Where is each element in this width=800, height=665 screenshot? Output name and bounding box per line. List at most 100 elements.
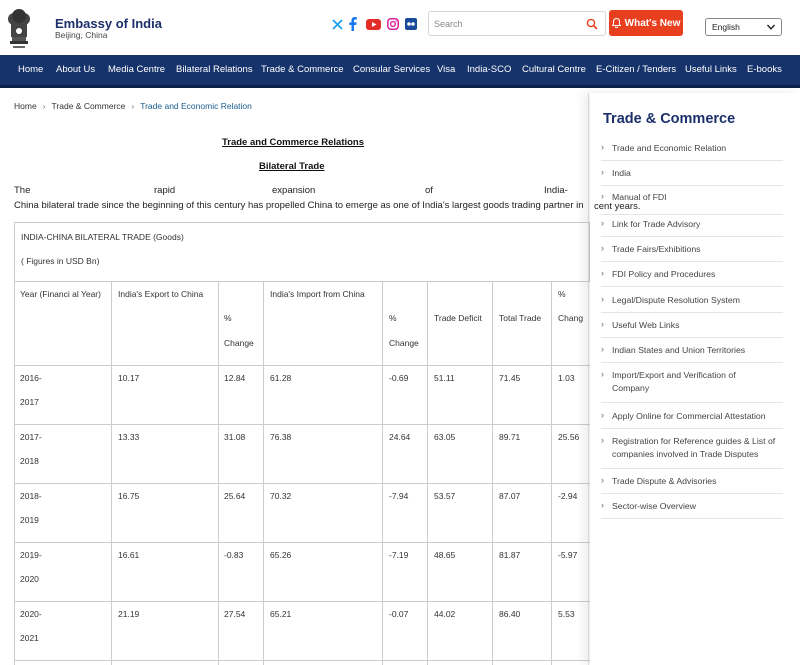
nav-media-centre[interactable]: Media Centre	[108, 55, 165, 85]
table-cell-year: 2021	[20, 633, 39, 643]
chevron-right-icon: ›	[601, 142, 604, 152]
bell-icon	[611, 18, 621, 28]
breadcrumb-home[interactable]: Home	[14, 101, 37, 111]
sidebar-item-label: Trade Fairs/Exhibitions	[612, 244, 701, 254]
site-title[interactable]: Embassy of India	[55, 16, 162, 31]
paragraph-text: China bilateral trade since the beginnin…	[14, 200, 584, 211]
chevron-right-icon: ›	[601, 319, 604, 329]
table-cell-pct-change: -0.83	[224, 550, 244, 560]
table-cell-total: 81.87	[499, 550, 521, 560]
chevron-right-icon: ›	[601, 500, 604, 510]
nav-bilateral-relations[interactable]: Bilateral Relations	[176, 55, 253, 85]
sidebar-item-apply-online[interactable]: › Apply Online for Commercial Attestatio…	[601, 407, 783, 429]
sidebar-item-manual-of-fdi[interactable]: › Manual of FDI cent years.	[594, 189, 783, 215]
sidebar-item-fdi-policy[interactable]: › FDI Policy and Procedures	[601, 265, 783, 287]
table-divider	[492, 281, 493, 665]
sidebar-item-legal-dispute[interactable]: › Legal/Dispute Resolution System	[601, 291, 783, 313]
trade-table: INDIA-CHINA BILATERAL TRADE (Goods) ( Fi…	[14, 222, 590, 665]
table-cell-pct-change: 24.64	[389, 432, 411, 442]
chevron-right-icon: ›	[601, 191, 604, 201]
instagram-icon[interactable]	[386, 16, 399, 32]
site-header: Embassy of India Beijing, China What's N…	[0, 0, 800, 54]
x-icon[interactable]	[331, 16, 343, 32]
nav-e-citizen-tenders[interactable]: E-Citizen / Tenders	[596, 55, 676, 85]
nav-home[interactable]: Home	[18, 55, 43, 85]
header-import: India's Import from China	[270, 289, 365, 299]
table-cell-import: 70.32	[270, 491, 292, 501]
flickr-icon[interactable]	[404, 16, 417, 32]
table-divider	[263, 281, 264, 665]
sidebar-item-trade-economic-relation[interactable]: › Trade and Economic Relation	[601, 139, 783, 161]
sidebar-item-registration[interactable]: › Registration for Reference guides & Li…	[601, 432, 783, 469]
sidebar-item-indian-states[interactable]: › Indian States and Union Territories	[601, 341, 783, 363]
header-pct-change-2-label: Change	[389, 338, 419, 348]
search-input[interactable]	[434, 16, 579, 32]
table-cell-total: 86.40	[499, 609, 521, 619]
facebook-icon[interactable]	[348, 16, 358, 32]
table-cell-year: 2019-	[20, 550, 42, 560]
section-heading: Bilateral Trade	[259, 161, 325, 172]
table-divider	[427, 281, 428, 665]
table-cell-pct-change: 31.08	[224, 432, 246, 442]
chevron-down-icon	[766, 24, 776, 30]
table-cell-export: 16.75	[118, 491, 140, 501]
table-cell-import: 61.28	[270, 373, 292, 383]
sidebar-item-useful-web-links[interactable]: › Useful Web Links	[601, 316, 783, 338]
table-cell-import: 65.21	[270, 609, 292, 619]
breadcrumb-separator-icon: ›	[131, 101, 135, 111]
table-cell-year: 2018	[20, 456, 39, 466]
breadcrumb-trade-commerce[interactable]: Trade & Commerce	[52, 101, 126, 111]
sidebar-item-trade-fairs[interactable]: › Trade Fairs/Exhibitions	[601, 240, 783, 262]
table-cell-pct-change: 12.84	[224, 373, 246, 383]
sidebar-item-link-trade-advisory[interactable]: › Link for Trade Advisory	[601, 215, 783, 237]
table-divider	[14, 222, 15, 665]
nav-useful-links[interactable]: Useful Links	[685, 55, 737, 85]
table-cell-export: 21.19	[118, 609, 140, 619]
whats-new-button[interactable]: What's New	[609, 10, 683, 36]
table-caption: INDIA-CHINA BILATERAL TRADE (Goods) ( Fi…	[14, 222, 590, 281]
youtube-icon[interactable]	[365, 16, 381, 32]
table-cell-total: 89.71	[499, 432, 521, 442]
header-total-trade: Total Trade	[499, 313, 542, 323]
search-box[interactable]	[428, 11, 606, 36]
nav-e-books[interactable]: E-books	[747, 55, 782, 85]
table-cell-export: 13.33	[118, 432, 140, 442]
sidebar-item-india[interactable]: › India	[601, 164, 783, 186]
language-select[interactable]: English	[705, 18, 782, 36]
chevron-right-icon: ›	[601, 410, 604, 420]
nav-consular-services[interactable]: Consular Services	[353, 55, 430, 85]
breadcrumb: Home › Trade & Commerce › Trade and Economic…	[14, 101, 252, 111]
nav-visa[interactable]: Visa	[437, 55, 455, 85]
sidebar-item-sector-wise[interactable]: › Sector-wise Overview	[601, 497, 783, 519]
header-pct-change-3-label: Chang	[558, 313, 584, 323]
nav-india-sco[interactable]: India-SCO	[467, 55, 511, 85]
emblem-icon[interactable]	[6, 5, 32, 51]
sidebar-item-label: India	[612, 168, 631, 178]
table-cell-pct-change: -5.97	[558, 550, 578, 560]
sidebar-item-label: Legal/Dispute Resolution System	[612, 295, 740, 305]
table-divider	[14, 365, 590, 366]
sidebar-item-label: Link for Trade Advisory	[612, 219, 701, 229]
header-export: India's Export to China	[118, 289, 204, 299]
breadcrumb-separator-icon: ›	[42, 101, 46, 111]
table-cell-year: 2020-	[20, 609, 42, 619]
table-cell-pct-change: -0.69	[389, 373, 409, 383]
header-pct-change-2: %	[389, 313, 397, 323]
table-cell-deficit: 48.65	[434, 550, 456, 560]
overlap-text: cent years.	[594, 201, 641, 214]
chevron-right-icon: ›	[601, 167, 604, 177]
table-cell-import: 65.26	[270, 550, 292, 560]
sidebar-title: Trade & Commerce	[603, 111, 736, 127]
table-cell-pct-change: -0.07	[389, 609, 409, 619]
search-icon[interactable]	[586, 18, 598, 30]
sidebar-item-trade-dispute[interactable]: › Trade Dispute & Advisories	[601, 472, 783, 494]
sidebar-item-import-export[interactable]: › Import/Export and Verification of Comp…	[601, 366, 783, 403]
table-cell-year: 2020	[20, 574, 39, 584]
sidebar-item-label: FDI Policy and Procedures	[612, 269, 716, 279]
language-value: English	[712, 22, 740, 32]
table-cell-export: 10.17	[118, 373, 140, 383]
nav-about-us[interactable]: About Us	[56, 55, 95, 85]
nav-cultural-centre[interactable]: Cultural Centre	[522, 55, 586, 85]
nav-trade-commerce[interactable]: Trade & Commerce	[261, 55, 344, 85]
chevron-right-icon: ›	[601, 243, 604, 253]
